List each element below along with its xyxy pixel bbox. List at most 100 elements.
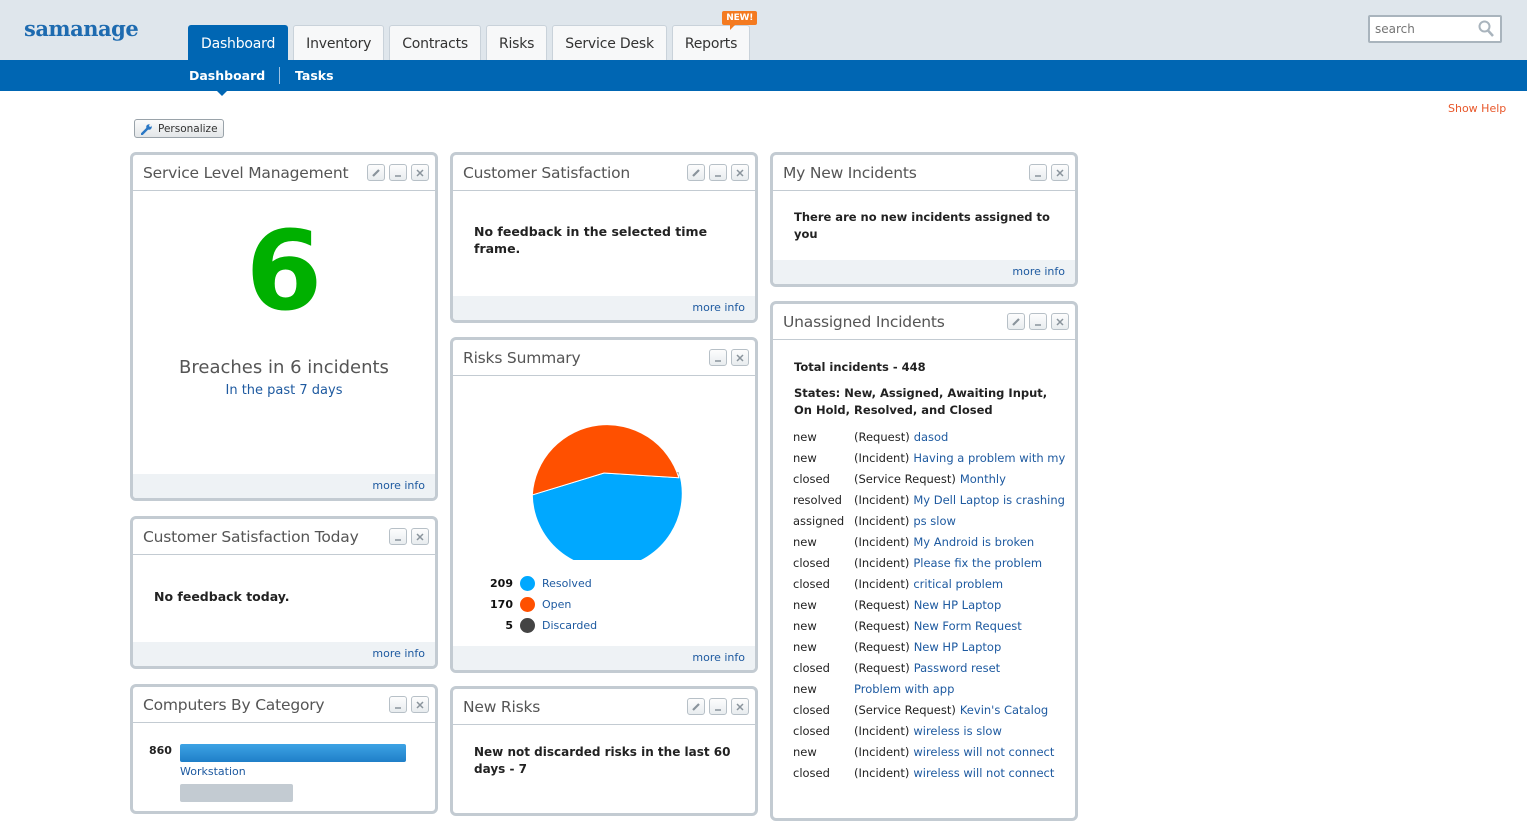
incident-link[interactable]: Kevin's Catalog bbox=[960, 703, 1048, 717]
incident-type: (Request) bbox=[854, 619, 910, 633]
breach-count[interactable]: 6 bbox=[133, 207, 435, 335]
tab-reports[interactable]: Reports NEW! bbox=[671, 11, 758, 61]
incident-link[interactable]: ps slow bbox=[913, 514, 956, 528]
tab-inventory[interactable]: Inventory bbox=[293, 25, 385, 61]
search-input[interactable] bbox=[1370, 17, 1470, 41]
edit-button[interactable] bbox=[1007, 313, 1025, 330]
incident-link[interactable]: Having a problem with my bbox=[913, 451, 1065, 465]
widget-header[interactable]: New Risks bbox=[453, 689, 755, 725]
breach-label: Breaches in 6 incidents bbox=[179, 357, 389, 378]
incident-link[interactable]: wireless is slow bbox=[913, 724, 1002, 738]
search-icon[interactable] bbox=[1478, 20, 1494, 38]
widget-header[interactable]: Customer Satisfaction bbox=[453, 155, 755, 191]
tab-label: Contracts bbox=[402, 35, 468, 52]
incident-type: (Incident) bbox=[854, 745, 910, 759]
minimize-icon bbox=[715, 174, 721, 177]
widget-header[interactable]: Computers By Category bbox=[133, 687, 435, 723]
incident-row: new Problem with app bbox=[793, 682, 954, 696]
legend-label[interactable]: Discarded bbox=[542, 619, 597, 632]
tab-contracts[interactable]: Contracts bbox=[389, 25, 481, 61]
no-incidents-message: There are no new incidents assigned to y… bbox=[794, 210, 1050, 241]
tab-label: Reports bbox=[684, 35, 738, 52]
minimize-button[interactable] bbox=[389, 696, 407, 713]
close-button[interactable] bbox=[731, 698, 749, 715]
widget-title: Service Level Management bbox=[143, 163, 349, 182]
close-button[interactable] bbox=[411, 164, 429, 181]
widget-header[interactable]: Service Level Management bbox=[133, 155, 435, 191]
widget-header[interactable]: Customer Satisfaction Today bbox=[133, 519, 435, 555]
incident-link[interactable]: critical problem bbox=[913, 577, 1003, 591]
incident-row: new (Request) New HP Laptop bbox=[793, 640, 1001, 654]
incident-row: assigned (Incident) ps slow bbox=[793, 514, 956, 528]
incident-row: closed (Incident) wireless will not connec… bbox=[793, 766, 1054, 780]
search-box[interactable] bbox=[1368, 15, 1502, 43]
incident-states: States: New, Assigned, Awaiting Input, O… bbox=[794, 386, 1048, 417]
more-info-link[interactable]: more info bbox=[133, 642, 435, 666]
incident-type: (Incident) bbox=[854, 514, 910, 528]
incident-type: (Request) bbox=[854, 598, 910, 612]
samanage-logo[interactable]: samanage bbox=[24, 16, 139, 41]
legend-label[interactable]: Resolved bbox=[542, 577, 592, 590]
close-button[interactable] bbox=[731, 164, 749, 181]
minimize-button[interactable] bbox=[389, 164, 407, 181]
close-button[interactable] bbox=[1051, 313, 1069, 330]
more-info-link[interactable]: more info bbox=[453, 296, 755, 320]
legend-label[interactable]: Open bbox=[542, 598, 571, 611]
incident-link[interactable]: Monthly bbox=[960, 472, 1006, 486]
personalize-button[interactable]: Personalize bbox=[134, 119, 224, 138]
tab-risks[interactable]: Risks bbox=[485, 25, 548, 61]
widget-header[interactable]: Risks Summary bbox=[453, 340, 755, 376]
minimize-button[interactable] bbox=[1029, 164, 1047, 181]
incident-link[interactable]: dasod bbox=[914, 430, 949, 444]
incident-link[interactable]: wireless will not connect bbox=[913, 745, 1054, 759]
incident-link[interactable]: Problem with app bbox=[854, 682, 954, 696]
edit-button[interactable] bbox=[687, 164, 705, 181]
incident-row: resolved (Incident) My Dell Laptop is cras… bbox=[793, 493, 1065, 507]
incident-type: (Incident) bbox=[854, 577, 910, 591]
tab-dashboard[interactable]: Dashboard bbox=[188, 25, 289, 61]
legend-item: 170 Open bbox=[473, 597, 571, 612]
more-info-link[interactable]: more info bbox=[133, 474, 435, 498]
minimize-button[interactable] bbox=[709, 164, 727, 181]
incident-link[interactable]: My Dell Laptop is crashing bbox=[913, 493, 1065, 507]
total-incidents: Total incidents - 448 bbox=[794, 360, 926, 374]
widget-header[interactable]: Unassigned Incidents bbox=[773, 304, 1075, 340]
incident-state: new bbox=[793, 598, 817, 612]
incident-state: new bbox=[793, 745, 817, 759]
category-bar[interactable] bbox=[180, 744, 406, 762]
incident-row: closed (Service Request) Kevin's Catalog bbox=[793, 703, 1048, 717]
widget-title: Computers By Category bbox=[143, 695, 325, 714]
minimize-button[interactable] bbox=[1029, 313, 1047, 330]
pencil-icon bbox=[692, 168, 700, 177]
incident-link[interactable]: My Android is broken bbox=[913, 535, 1034, 549]
edit-button[interactable] bbox=[687, 698, 705, 715]
minimize-button[interactable] bbox=[709, 349, 727, 366]
incident-type: (Incident) bbox=[854, 766, 910, 780]
personalize-label: Personalize bbox=[158, 122, 218, 135]
minimize-button[interactable] bbox=[389, 528, 407, 545]
incident-link[interactable]: New HP Laptop bbox=[914, 598, 1002, 612]
incident-link[interactable]: wireless will not connect bbox=[913, 766, 1054, 780]
subnav-tasks[interactable]: Tasks bbox=[295, 68, 334, 83]
more-info-link[interactable]: more info bbox=[453, 646, 755, 670]
close-button[interactable] bbox=[1051, 164, 1069, 181]
minimize-button[interactable] bbox=[709, 698, 727, 715]
close-button[interactable] bbox=[731, 349, 749, 366]
incident-link[interactable]: New HP Laptop bbox=[914, 640, 1002, 654]
incident-state: closed bbox=[793, 703, 830, 717]
edit-button[interactable] bbox=[367, 164, 385, 181]
incident-link[interactable]: New Form Request bbox=[914, 619, 1022, 633]
category-bar[interactable] bbox=[180, 784, 293, 802]
incident-row: new (Request) New HP Laptop bbox=[793, 598, 1001, 612]
more-info-link[interactable]: more info bbox=[773, 260, 1075, 284]
incident-link[interactable]: Password reset bbox=[914, 661, 1001, 675]
tab-service-desk[interactable]: Service Desk bbox=[552, 25, 667, 61]
incident-state: new bbox=[793, 682, 817, 696]
widget-header[interactable]: My New Incidents bbox=[773, 155, 1075, 191]
show-help-link[interactable]: Show Help bbox=[1448, 102, 1506, 115]
category-label[interactable]: Workstation bbox=[180, 765, 246, 778]
incident-link[interactable]: Please fix the problem bbox=[913, 556, 1042, 570]
close-button[interactable] bbox=[411, 528, 429, 545]
close-button[interactable] bbox=[411, 696, 429, 713]
subnav-dashboard[interactable]: Dashboard bbox=[189, 68, 265, 83]
